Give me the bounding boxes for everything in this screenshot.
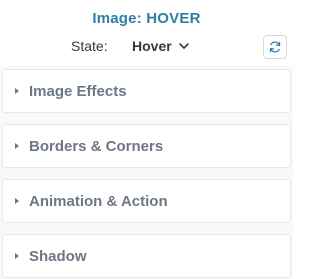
panel-header: Image: HOVER State: Hover [0, 0, 293, 66]
caret-right-icon [15, 253, 19, 259]
section-shadow[interactable]: Shadow [2, 234, 291, 278]
section-label: Animation & Action [29, 192, 168, 210]
section-borders-corners[interactable]: Borders & Corners [2, 124, 291, 168]
section-label: Image Effects [29, 82, 127, 100]
state-dropdown[interactable]: Hover [132, 36, 190, 56]
style-panel: Image: HOVER State: Hover Image Effects … [0, 0, 293, 279]
caret-right-icon [15, 88, 19, 94]
caret-right-icon [15, 143, 19, 149]
reset-button[interactable] [263, 35, 287, 59]
section-label: Shadow [29, 247, 87, 265]
state-label: State: [71, 38, 108, 54]
refresh-icon [269, 41, 281, 53]
section-image-effects[interactable]: Image Effects [2, 69, 291, 113]
state-value: Hover [132, 38, 172, 54]
panel-title: Image: HOVER [92, 10, 201, 27]
caret-right-icon [15, 198, 19, 204]
chevron-down-icon [178, 43, 189, 49]
section-animation-action[interactable]: Animation & Action [2, 179, 291, 223]
section-label: Borders & Corners [29, 137, 164, 155]
